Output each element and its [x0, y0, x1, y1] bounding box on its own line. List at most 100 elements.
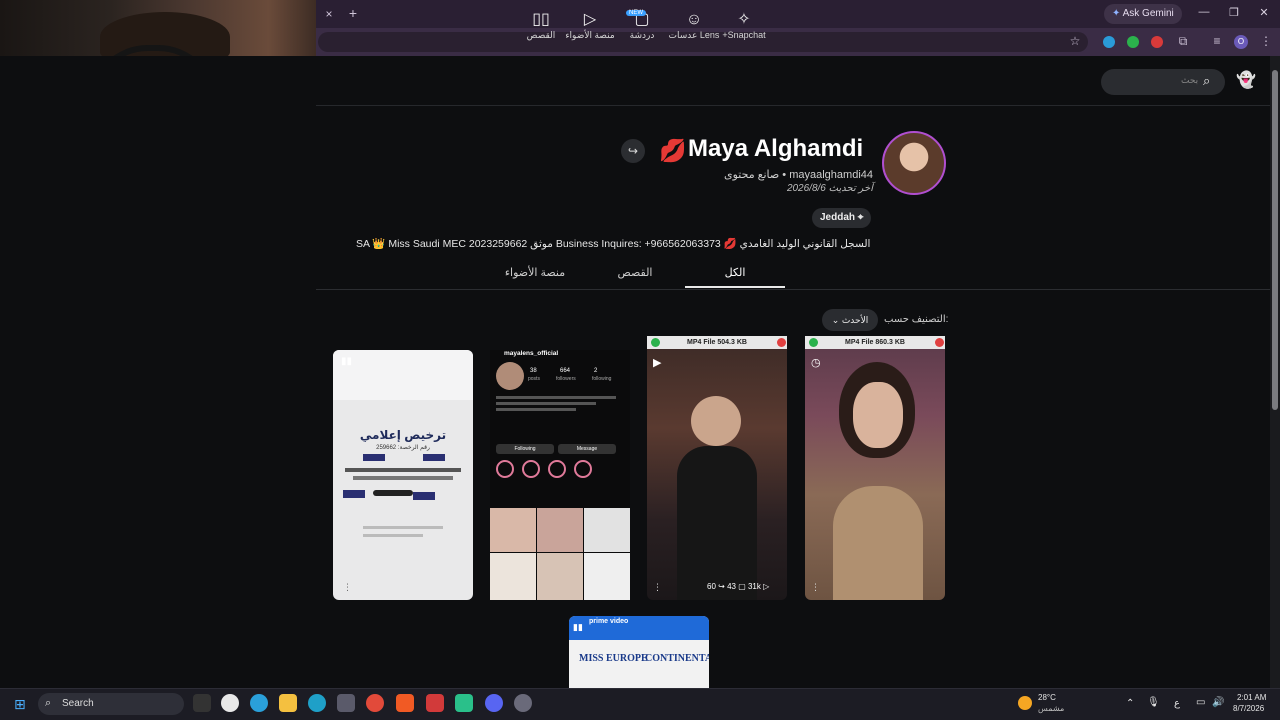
windows-start-icon[interactable]: ⊞ — [14, 696, 30, 712]
ig-grid-image — [490, 553, 536, 600]
settings-icon[interactable] — [514, 694, 532, 712]
file-header: MP4 File 860.3 KB — [805, 336, 945, 349]
weather-desc: مشمس — [1038, 704, 1065, 713]
ig-followers: 664 — [560, 368, 571, 374]
prime-video-logo: prime video — [589, 618, 629, 625]
doc-field — [363, 454, 385, 461]
network-icon[interactable]: ▭ — [1196, 697, 1205, 708]
media-player-icon[interactable] — [221, 694, 239, 712]
ig-following: 2 — [594, 368, 598, 374]
redaction — [373, 490, 413, 496]
profile-handle: mayaalghamdi44 • صانع محتوى — [723, 169, 873, 181]
maximize-button[interactable]: ❐ — [1226, 6, 1242, 19]
app-icon[interactable] — [426, 694, 444, 712]
ask-gemini-label: Ask Gemini — [1122, 8, 1174, 19]
close-window-button[interactable]: ✕ — [1256, 6, 1272, 19]
store-icon[interactable] — [337, 694, 355, 712]
doc-field — [413, 492, 435, 500]
extension-red-icon[interactable] — [1151, 36, 1163, 48]
sparkle-icon: ✦ — [1112, 8, 1123, 19]
extensions-puzzle-icon[interactable]: ⧉ — [1175, 34, 1191, 50]
volume-icon[interactable]: 🔊 — [1212, 697, 1224, 708]
media-control-icon[interactable]: ≡ — [1209, 34, 1225, 50]
chrome-icon[interactable] — [366, 694, 384, 712]
file-header: MP4 File 504.3 KB — [647, 336, 787, 349]
chevron-down-icon: ⌄ — [831, 315, 842, 325]
ask-gemini-button[interactable]: ✦ Ask Gemini — [1104, 4, 1182, 24]
clock-time[interactable]: 2:01 AM — [1237, 693, 1266, 702]
person-body — [677, 446, 757, 600]
stories-icon: ▮▮ — [573, 622, 583, 632]
continental-text: CONTINENTAL — [645, 653, 709, 664]
discord-icon[interactable] — [485, 694, 503, 712]
menu-kebab-icon[interactable]: ⋮ — [1258, 34, 1274, 50]
whatsapp-icon — [651, 338, 660, 347]
close-icon — [777, 338, 786, 347]
video-thumbnail[interactable]: MP4 File 860.3 KB ◷ ⋮ — [805, 336, 945, 600]
ig-grid-image — [537, 508, 583, 552]
whatsapp-extension-icon[interactable] — [1127, 36, 1139, 48]
file-explorer-icon[interactable] — [279, 694, 297, 712]
scrollbar-thumb[interactable] — [1272, 70, 1278, 410]
story-thumbnail[interactable]: ▮▮ ترخيص إعلامي رقم الرخصة: 259662 ⋮ — [333, 350, 473, 600]
snapchat-ghost-icon[interactable]: 👻 — [1236, 70, 1256, 90]
extension-icon[interactable] — [1103, 36, 1115, 48]
story-thumbnail[interactable]: prime video ▮▮ MISS EUROPE CONTINENTAL — [569, 616, 709, 688]
nav-label: دردشة — [629, 30, 655, 40]
close-tab-button[interactable]: × — [321, 7, 337, 23]
more-icon[interactable]: ⋮ — [343, 582, 352, 593]
stories-icon: ▯▯ — [532, 11, 550, 28]
new-badge: NEW — [626, 10, 646, 16]
weather-temp: 28°C — [1038, 693, 1056, 702]
ig-bio-line — [496, 396, 616, 399]
doc-line — [363, 534, 423, 537]
more-icon[interactable]: ⋮ — [811, 582, 820, 593]
sun-icon — [1018, 696, 1032, 710]
ig-account: mayalens_official — [504, 350, 559, 357]
taskbar-search[interactable]: Search — [38, 693, 184, 715]
pin-icon: ⌖ — [857, 212, 864, 223]
profile-avatar-image[interactable] — [882, 131, 946, 195]
story-thumbnail[interactable]: mayalens_official 38 posts 664 followers… — [490, 350, 630, 600]
sort-dropdown[interactable]: ⌄ الأحدث — [822, 309, 878, 331]
chevron-up-icon[interactable]: ⌃ — [1126, 698, 1134, 709]
share-button[interactable]: ↪ — [621, 139, 645, 163]
more-icon[interactable]: ⋮ — [653, 582, 662, 593]
new-tab-button[interactable]: + — [345, 6, 361, 22]
video-thumbnail[interactable]: MP4 File 504.3 KB ▶ 60 ↪ 43 ▢ 31k ▷ ⋮ — [647, 336, 787, 600]
bookmark-star-icon[interactable]: ☆ — [1067, 34, 1083, 50]
location-badge[interactable]: Jeddah ⌖ — [812, 208, 872, 228]
minimize-button[interactable]: — — [1196, 6, 1212, 18]
tab-stories[interactable]: القصص — [605, 266, 665, 279]
clock-date[interactable]: 8/7/2026 — [1233, 704, 1264, 713]
sort-label: التصنيف حسب: — [884, 314, 949, 325]
clock-icon: ◷ — [811, 357, 821, 369]
ig-grid-image — [537, 553, 583, 600]
comments-count: 43 — [727, 582, 736, 591]
share-icon: ↪ — [627, 144, 639, 158]
video-stats: 60 ↪ 43 ▢ 31k ▷ — [707, 582, 770, 591]
ig-highlight — [548, 460, 566, 478]
profile-name: Maya Alghamdi — [688, 135, 864, 162]
nav-label: القصص — [526, 30, 556, 40]
nav-label: عدسات Lens — [668, 30, 720, 40]
nav-stories[interactable]: ▯▯ القصص — [509, 10, 573, 41]
search-input[interactable]: بحث ⌕ — [1101, 69, 1225, 95]
lips-emoji-icon: 💋 — [659, 138, 687, 163]
tab-all[interactable]: الكل — [719, 266, 751, 279]
tab-spotlight[interactable]: منصة الأضواء — [495, 266, 575, 279]
license-title: ترخيص إعلامي — [359, 428, 447, 442]
app-icon[interactable] — [455, 694, 473, 712]
whatsapp-icon — [809, 338, 818, 347]
microphone-icon[interactable]: 🎙 — [1147, 697, 1160, 708]
epic-games-icon[interactable] — [193, 694, 211, 712]
profile-bio: SA 👑 Miss Saudi MEC 2023موثق 259662 Busi… — [356, 238, 874, 250]
profile-avatar[interactable]: O — [1234, 35, 1248, 49]
location-label: Jeddah — [820, 212, 856, 223]
language-indicator[interactable]: ع — [1174, 698, 1180, 709]
telegram-icon[interactable] — [250, 694, 268, 712]
brave-icon[interactable] — [396, 694, 414, 712]
tabs-divider — [316, 289, 1270, 290]
edge-icon[interactable] — [308, 694, 326, 712]
ig-followers-label: followers — [556, 376, 576, 382]
